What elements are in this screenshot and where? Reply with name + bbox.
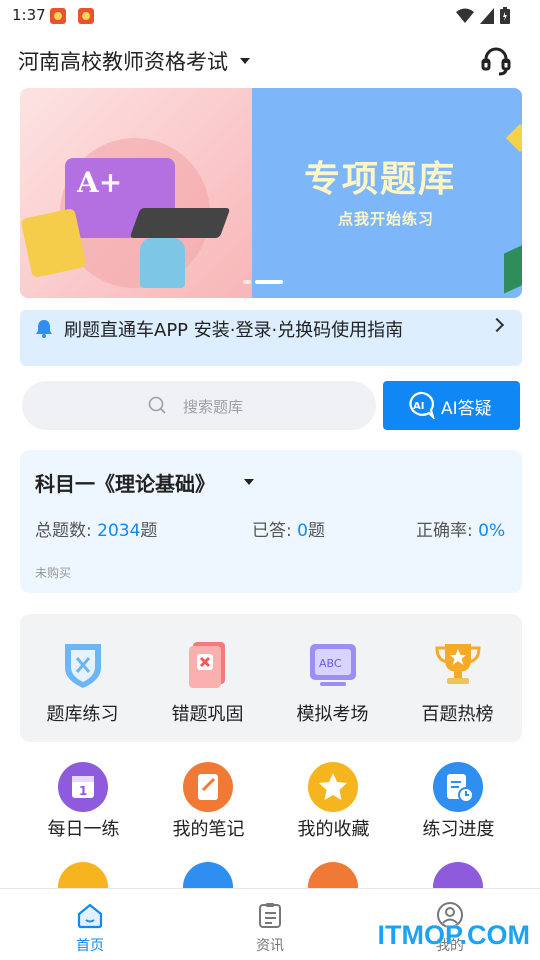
- answered-count: 已答: 0题: [252, 521, 325, 541]
- feature-panel: 题库练习 错题巩固 ABC 模拟考场 百题热榜: [20, 614, 522, 742]
- exam-selector[interactable]: 河南高校教师资格考试: [18, 46, 250, 76]
- watermark: ITMOP.COM: [377, 920, 530, 950]
- calendar-icon: 1: [58, 762, 108, 812]
- exam-title: 河南高校教师资格考试: [18, 50, 228, 74]
- ai-button-label: AI答疑: [441, 399, 492, 419]
- notice-bar[interactable]: 刷题直通车APP 安装·登录·兑换码使用指南: [20, 310, 522, 366]
- banner-subtitle: 点我开始练习: [338, 210, 435, 228]
- paper-plane-decoration: [504, 242, 522, 294]
- caret-down-icon: [240, 58, 250, 64]
- graduation-cap-illustration: [129, 208, 231, 238]
- tool-icon-partial[interactable]: [183, 862, 233, 888]
- progress-doc-icon: [433, 762, 483, 812]
- bell-icon: [36, 320, 52, 338]
- banner-illustration: A+: [20, 88, 252, 298]
- ai-answer-button[interactable]: AI AI答疑: [383, 381, 520, 430]
- banner-page-indicator: [243, 280, 283, 284]
- page-dot-active: [255, 280, 283, 284]
- total-questions: 总题数: 2034题: [35, 521, 158, 541]
- error-book-icon: [189, 642, 225, 688]
- shield-icon: [65, 644, 101, 688]
- notebook-icon: [183, 762, 233, 812]
- tool-my-favorites[interactable]: 我的收藏: [271, 762, 396, 842]
- search-placeholder: 搜索题库: [183, 398, 244, 416]
- search-icon: [148, 396, 166, 414]
- tool-daily-practice[interactable]: 1 每日一练: [21, 762, 146, 842]
- feature-question-bank[interactable]: 题库练习: [20, 614, 145, 742]
- page-dot: [243, 280, 251, 284]
- chevron-right-icon: [489, 317, 505, 333]
- nav-news[interactable]: 资讯: [180, 889, 360, 960]
- svg-text:ABC: ABC: [319, 657, 342, 670]
- student-illustration: [140, 238, 185, 288]
- battery-icon: [500, 7, 510, 24]
- banner-title: 专项题库: [304, 159, 457, 200]
- signal-icon: [480, 7, 494, 24]
- star-decoration: [505, 123, 522, 153]
- svg-text:AI: AI: [413, 401, 424, 412]
- accuracy-rate: 正确率: 0%: [416, 521, 506, 541]
- purchase-status: 未购买: [35, 566, 72, 580]
- promo-banner[interactable]: A+ 专项题库 点我开始练习: [20, 88, 522, 298]
- header: 河南高校教师资格考试: [0, 40, 540, 88]
- status-time: 1:37: [12, 6, 46, 24]
- status-bar: 1:37: [0, 0, 540, 32]
- ai-chat-icon: AI: [409, 391, 435, 419]
- svg-text:1: 1: [79, 784, 87, 798]
- feature-mock-exam[interactable]: ABC 模拟考场: [270, 614, 395, 742]
- app-notification-icon: [78, 8, 94, 24]
- tool-practice-progress[interactable]: 练习进度: [396, 762, 521, 842]
- feature-wrong-questions[interactable]: 错题巩固: [145, 614, 270, 742]
- subject-card[interactable]: 科目一《理论基础》 总题数: 2034题 已答: 0题 正确率: 0% 未购买: [20, 450, 522, 593]
- feature-hot-ranking[interactable]: 百题热榜: [395, 614, 520, 742]
- notice-text: 刷题直通车APP 安装·登录·兑换码使用指南: [64, 320, 404, 341]
- tool-icon-partial[interactable]: [308, 862, 358, 888]
- tool-icon-partial[interactable]: [433, 862, 483, 888]
- app-notification-icon: [50, 8, 66, 24]
- search-input[interactable]: 搜索题库: [22, 381, 376, 430]
- tool-icon-partial[interactable]: [58, 862, 108, 888]
- subject-title: 科目一《理论基础》: [35, 472, 215, 496]
- clipboard-icon: [259, 903, 281, 928]
- home-icon: [77, 903, 103, 929]
- banner-slide: 专项题库 点我开始练习: [252, 88, 522, 298]
- caret-down-icon[interactable]: [244, 479, 254, 485]
- star-icon: [308, 762, 358, 812]
- nav-home[interactable]: 首页: [0, 889, 180, 960]
- abc-screen-icon: ABC: [310, 644, 356, 686]
- headset-icon[interactable]: [480, 45, 512, 77]
- wifi-icon: [456, 8, 474, 23]
- trophy-icon: [435, 644, 481, 684]
- tool-my-notes[interactable]: 我的笔记: [146, 762, 271, 842]
